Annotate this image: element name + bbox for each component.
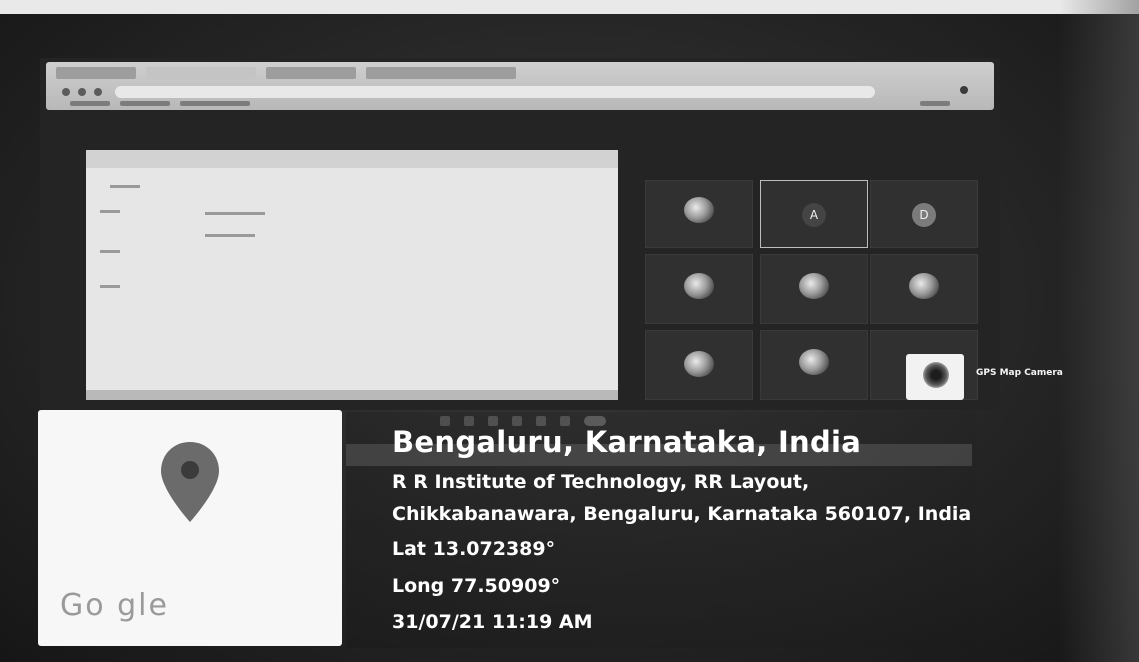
document-text [100,250,120,253]
reload-icon[interactable] [94,88,102,96]
globe-avatar-icon [684,273,714,299]
photo-border [0,0,1139,14]
map-pin-icon [161,442,219,522]
longitude-text: Long 77.50909° [392,575,561,597]
participant-avatar: A [802,203,826,227]
camera-lens-icon [923,362,949,388]
document-text [205,212,265,215]
document-text [110,185,140,188]
back-icon[interactable] [62,88,70,96]
bookmark[interactable] [920,101,950,106]
latitude-text: Lat 13.072389° [392,538,556,560]
address-line-1: R R Institute of Technology, RR Layout, [392,471,810,493]
forward-icon[interactable] [78,88,86,96]
address-bar[interactable] [115,86,875,98]
profile-icon[interactable] [960,86,968,94]
browser-tab[interactable] [146,67,256,79]
browser-tab[interactable] [266,67,356,79]
document-text [205,234,255,237]
browser-tab[interactable] [56,67,136,79]
screen-share-banner [62,126,462,140]
participant-tile[interactable] [645,330,753,400]
participant-tile[interactable]: D [870,180,978,248]
document-text [100,285,120,288]
participant-avatar: D [912,203,936,227]
participant-tile[interactable] [645,180,753,248]
globe-avatar-icon [684,351,714,377]
participant-tile[interactable] [870,254,978,324]
browser-tab[interactable] [366,67,516,79]
participant-tile[interactable] [760,254,868,324]
participant-tile[interactable] [760,330,868,400]
google-logo: Go gle [60,588,169,623]
datetime-text: 31/07/21 11:19 AM [392,611,593,633]
document-text [100,210,120,213]
participant-tile[interactable] [645,254,753,324]
globe-avatar-icon [684,197,714,223]
bookmark[interactable] [180,101,250,106]
screen-glare [1059,0,1139,662]
browser-tabs [56,67,556,79]
participant-tile-active[interactable]: A [760,180,868,248]
document-taskbar [86,390,618,400]
gps-app-label: GPS Map Camera [976,368,1063,378]
bookmark[interactable] [120,101,170,106]
globe-avatar-icon [799,349,829,375]
document-toolbar [86,150,618,168]
bookmarks-bar [60,101,960,107]
location-title: Bengaluru, Karnataka, India [392,425,862,459]
globe-avatar-icon [909,273,939,299]
globe-avatar-icon [799,273,829,299]
bookmark[interactable] [70,101,110,106]
address-line-2: Chikkabanawara, Bengaluru, Karnataka 560… [392,503,972,525]
shared-document [86,150,618,400]
